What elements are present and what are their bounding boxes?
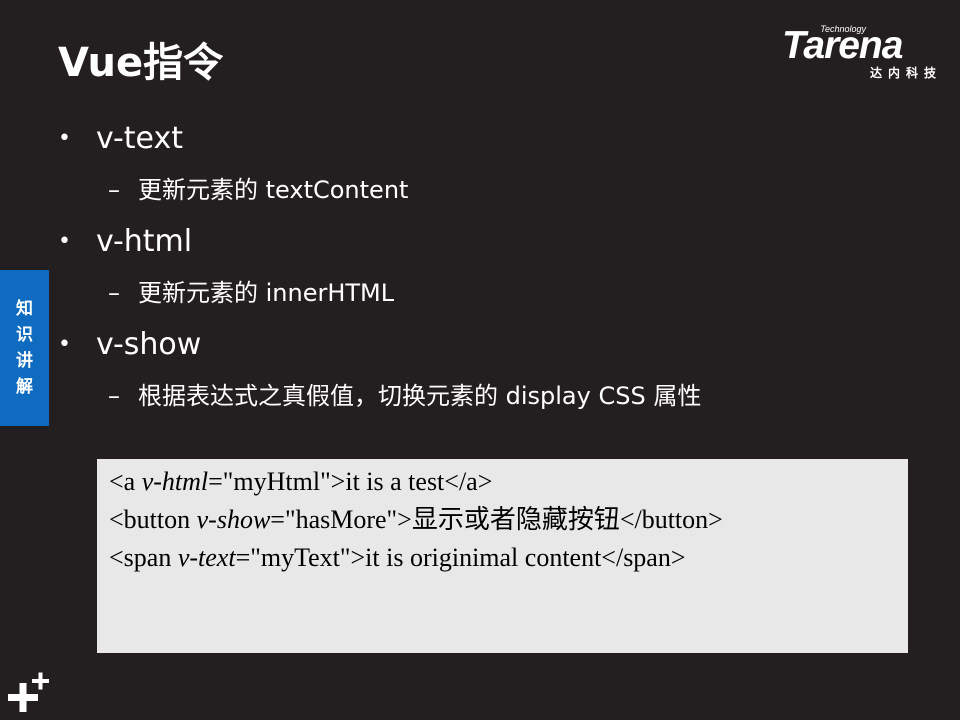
logo-wordmark: Tarena [782,24,903,67]
bullet-marker: • [58,332,71,357]
code-tag-open: <a [109,467,142,496]
sub-bullet-marker: – [108,176,120,204]
bullet-text: v-text [96,121,183,156]
code-rest: ="hasMore">显示或者隐藏按钮</button> [270,505,723,534]
sub-bullet-marker: – [108,382,120,410]
code-tag-open: <button [109,505,197,534]
tarena-logo: Technology Tarena 达内科技 [782,24,946,82]
sub-bullet-text: 根据表达式之真假值，切换元素的 display CSS 属性 [138,382,702,410]
bullet-marker: • [58,229,71,254]
bullet-text: v-show [96,327,202,362]
code-rest: ="myHtml">it is a test</a> [208,467,493,496]
code-line: <span v-text="myText">it is originimal c… [109,539,896,577]
code-line: <button v-show="hasMore">显示或者隐藏按钮</butto… [109,501,896,539]
side-tab-label: 知识讲解 [16,299,33,397]
logo-chinese-text: 达内科技 [869,66,942,80]
code-rest: ="myText">it is originimal content</span… [235,543,686,572]
slide-title: Vue指令 [58,40,224,86]
sub-bullet-text: 更新元素的 innerHTML [138,279,395,307]
bullet-text: v-html [96,224,193,259]
sub-bullet-text: 更新元素的 textContent [138,176,409,204]
code-line: <a v-html="myHtml">it is a test</a> [109,463,896,501]
code-tag-open: <span [109,543,178,572]
code-directive: v-html [141,467,209,496]
plus-icon [8,672,49,712]
bullet-marker: • [58,126,71,151]
code-example-box: <a v-html="myHtml">it is a test</a> <but… [97,459,908,653]
code-directive: v-text [177,543,236,572]
sub-bullet-marker: – [108,279,120,307]
code-directive: v-show [196,505,271,534]
side-section-tab: 知识讲解 [0,270,49,426]
